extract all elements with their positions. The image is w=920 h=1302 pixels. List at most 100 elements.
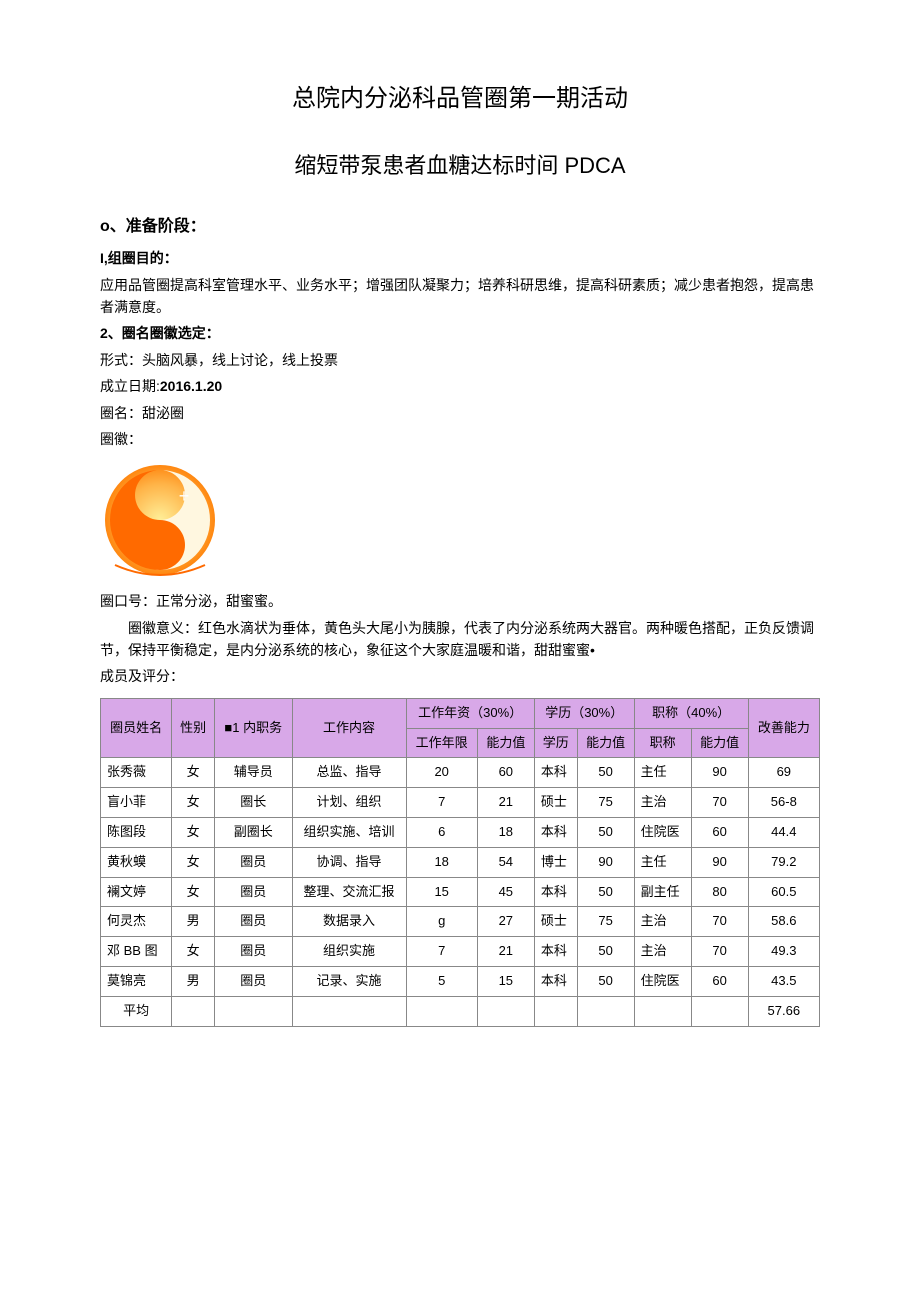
cell-name: 陈图段 — [101, 818, 172, 848]
cell-title_val: 60 — [691, 818, 748, 848]
cell-name: 莫锦亮 — [101, 967, 172, 997]
cell-gender: 女 — [172, 877, 215, 907]
circle-logo-label: 圈徽： — [100, 428, 820, 450]
avg-empty — [406, 996, 477, 1026]
cell-edu: 本科 — [534, 758, 577, 788]
cell-title_val: 60 — [691, 967, 748, 997]
purpose-label: I,组圈目的： — [100, 247, 820, 269]
avg-empty — [292, 996, 406, 1026]
cell-work: 数据录入 — [292, 907, 406, 937]
cell-edu: 本科 — [534, 818, 577, 848]
cell-years_val: 15 — [477, 967, 534, 997]
cell-ability: 43.5 — [748, 967, 819, 997]
cell-edu_val: 50 — [577, 967, 634, 997]
cell-title_val: 70 — [691, 788, 748, 818]
cell-gender: 男 — [172, 907, 215, 937]
cell-years_val: 45 — [477, 877, 534, 907]
avg-empty — [477, 996, 534, 1026]
cell-gender: 男 — [172, 967, 215, 997]
cell-ability: 44.4 — [748, 818, 819, 848]
cell-title: 主治 — [634, 937, 691, 967]
cell-edu: 本科 — [534, 967, 577, 997]
avg-empty — [534, 996, 577, 1026]
th-title-group: 职称（40%） — [634, 698, 748, 728]
th-edu-group: 学历（30%） — [534, 698, 634, 728]
th-work: 工作内容 — [292, 698, 406, 758]
cell-edu: 博士 — [534, 847, 577, 877]
cell-edu_val: 75 — [577, 907, 634, 937]
cell-years: g — [406, 907, 477, 937]
cell-edu: 硕士 — [534, 788, 577, 818]
cell-years: 5 — [406, 967, 477, 997]
cell-title_val: 90 — [691, 758, 748, 788]
cell-ability: 69 — [748, 758, 819, 788]
th-gender: 性别 — [172, 698, 215, 758]
form-line: 形式：头脑风暴，线上讨论，线上投票 — [100, 349, 820, 371]
cell-gender: 女 — [172, 758, 215, 788]
circle-name: 圈名：甜泌圈 — [100, 402, 820, 424]
cell-title: 主治 — [634, 788, 691, 818]
sub-title: 缩短带泵患者血糖达标时间 PDCA — [100, 148, 820, 183]
cell-years_val: 21 — [477, 788, 534, 818]
cell-years: 6 — [406, 818, 477, 848]
date-label: 成立日期: — [100, 378, 160, 394]
cell-work: 记录、实施 — [292, 967, 406, 997]
table-row: 邓 BB 图女圈员组织实施721本科50主治7049.3 — [101, 937, 820, 967]
cell-title: 主治 — [634, 907, 691, 937]
table-row: 张秀薇女辅导员总监、指导2060本科50主任9069 — [101, 758, 820, 788]
cell-work: 协调、指导 — [292, 847, 406, 877]
table-row: 莫锦亮男圈员记录、实施515本科50住院医6043.5 — [101, 967, 820, 997]
table-row: 盲小菲女圈长计划、组织721硕士75主治7056-8 — [101, 788, 820, 818]
table-row: 黄秋蟆女圈员协调、指导1854博士90主任9079.2 — [101, 847, 820, 877]
table-row: 襕文婷女圈员整理、交流汇报1545本科50副主任8060.5 — [101, 877, 820, 907]
section-prep-head: o、准备阶段： — [100, 214, 820, 240]
th-years-val: 能力值 — [477, 728, 534, 758]
cell-gender: 女 — [172, 847, 215, 877]
cell-edu_val: 50 — [577, 818, 634, 848]
avg-empty — [215, 996, 293, 1026]
cell-title: 主任 — [634, 758, 691, 788]
svg-text:−: − — [131, 526, 142, 546]
th-role: ■1 内职务 — [215, 698, 293, 758]
date-line: 成立日期:2016.1.20 — [100, 375, 820, 397]
meaning: 圈徽意义：红色水滴状为垂体，黄色头大尾小为胰腺，代表了内分泌系统两大器官。两种暖… — [100, 617, 820, 662]
th-edu: 学历 — [534, 728, 577, 758]
cell-edu: 本科 — [534, 877, 577, 907]
cell-ability: 56-8 — [748, 788, 819, 818]
cell-years_val: 54 — [477, 847, 534, 877]
cell-title: 住院医 — [634, 967, 691, 997]
cell-gender: 女 — [172, 818, 215, 848]
th-years-group: 工作年资（30%） — [406, 698, 534, 728]
cell-role: 副圈长 — [215, 818, 293, 848]
cell-name: 黄秋蟆 — [101, 847, 172, 877]
cell-work: 总监、指导 — [292, 758, 406, 788]
table-row-avg: 平均57.66 — [101, 996, 820, 1026]
avg-label: 平均 — [101, 996, 172, 1026]
cell-name: 盲小菲 — [101, 788, 172, 818]
th-ability: 改善能力 — [748, 698, 819, 758]
cell-edu_val: 50 — [577, 758, 634, 788]
date-value: 2016.1.20 — [160, 378, 222, 394]
cell-title_val: 80 — [691, 877, 748, 907]
cell-title_val: 90 — [691, 847, 748, 877]
th-title: 职称 — [634, 728, 691, 758]
cell-work: 组织实施 — [292, 937, 406, 967]
cell-gender: 女 — [172, 788, 215, 818]
cell-edu: 硕士 — [534, 907, 577, 937]
members-table: 圈员姓名 性别 ■1 内职务 工作内容 工作年资（30%） 学历（30%） 职称… — [100, 698, 820, 1027]
cell-work: 组织实施、培训 — [292, 818, 406, 848]
cell-role: 圈员 — [215, 847, 293, 877]
main-title: 总院内分泌科品管圈第一期活动 — [100, 80, 820, 118]
members-label: 成员及评分： — [100, 665, 820, 687]
cell-role: 圈员 — [215, 937, 293, 967]
cell-title_val: 70 — [691, 907, 748, 937]
cell-name: 襕文婷 — [101, 877, 172, 907]
th-years: 工作年限 — [406, 728, 477, 758]
cell-title_val: 70 — [691, 937, 748, 967]
cell-ability: 79.2 — [748, 847, 819, 877]
circle-logo-icon: + − — [100, 460, 220, 580]
naming-label: 2、圈名圈徽选定： — [100, 322, 820, 344]
cell-role: 圈员 — [215, 967, 293, 997]
cell-ability: 49.3 — [748, 937, 819, 967]
cell-name: 邓 BB 图 — [101, 937, 172, 967]
